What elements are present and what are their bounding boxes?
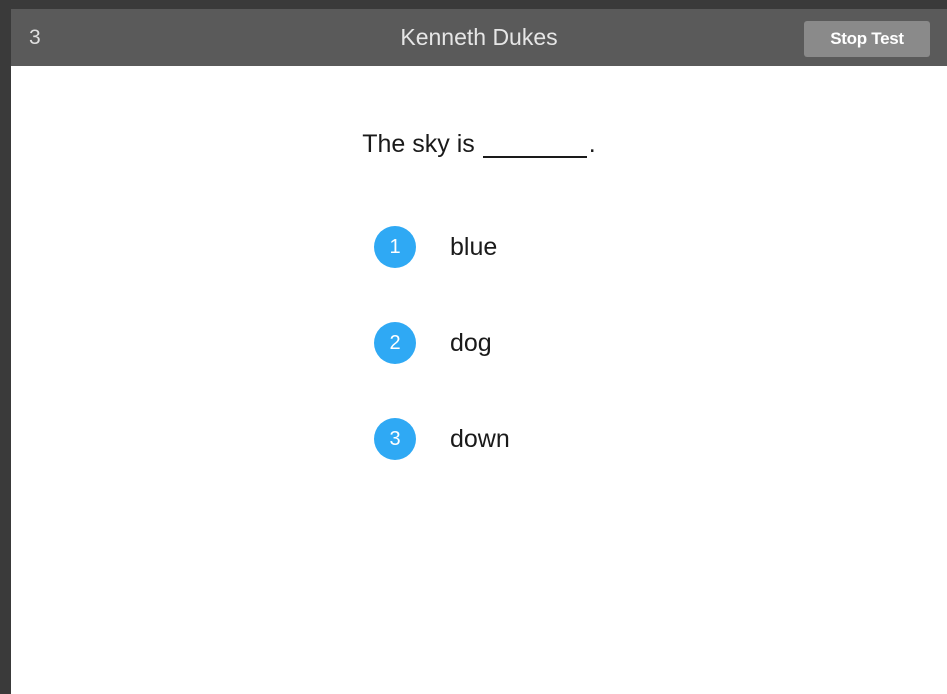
answer-blank (482, 134, 587, 158)
question-prompt: The sky is. (11, 130, 947, 159)
option-number-badge: 3 (374, 418, 416, 460)
option-number-badge: 1 (374, 226, 416, 268)
question-prefix: The sky is (362, 130, 475, 158)
option-label: down (450, 425, 510, 453)
option-label: blue (450, 233, 498, 261)
option-number-badge: 2 (374, 322, 416, 364)
stop-test-button[interactable]: Stop Test (804, 21, 930, 57)
header-bar: 3 Kenneth Dukes Stop Test (11, 9, 947, 66)
question-suffix: . (588, 130, 596, 158)
option-label: dog (450, 329, 492, 357)
